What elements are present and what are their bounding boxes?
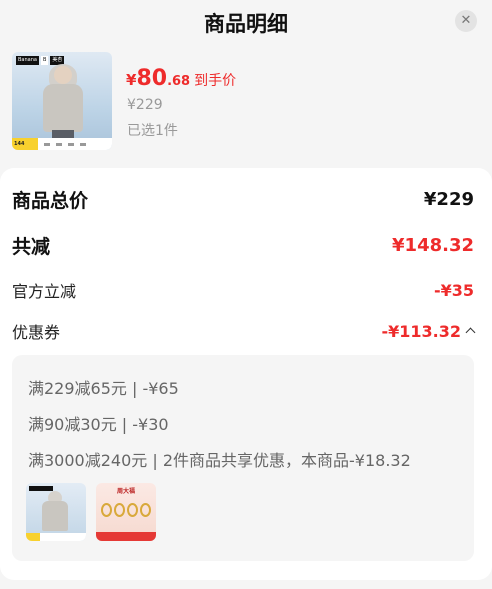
chevron-up-icon[interactable] — [465, 327, 476, 337]
reduction-value: ¥148.32 — [392, 235, 474, 256]
price-integer: 80 — [136, 66, 168, 91]
coupon-detail-box: 满229减65元 | -¥65 满90减30元 | -¥30 满3000减240… — [12, 355, 474, 561]
coupon-product-thumb-hoodie[interactable] — [26, 483, 86, 541]
price-tag: 到手价 — [194, 73, 237, 89]
official-label: 官方立减 — [12, 282, 77, 301]
reduction-row: 共减 ¥148.32 — [12, 232, 474, 259]
original-price: ¥229 — [127, 97, 163, 113]
brand-tag-2: B — [40, 56, 49, 65]
total-value: ¥229 — [423, 189, 474, 210]
reduction-label: 共减 — [12, 236, 51, 258]
coupon-line-2: 满90减30元 | -¥30 — [28, 415, 169, 434]
coupon-line-1: 满229减65元 | -¥65 — [28, 379, 179, 398]
official-row: 官方立减 -¥35 — [12, 278, 474, 302]
image-strip-text: 144 — [12, 138, 38, 150]
coupon-label: 优惠券 — [12, 323, 61, 342]
thumb2-header: 周大福 — [116, 488, 135, 495]
final-price: ¥80.68 到手价 — [126, 66, 236, 91]
coupon-value: -¥113.32 — [381, 321, 461, 341]
coupon-product-thumb-earrings[interactable]: 周大福 — [96, 483, 156, 541]
brand-tag: Banana B 美杏 — [16, 56, 65, 65]
price-currency: ¥ — [126, 71, 137, 89]
total-label: 商品总价 — [12, 190, 89, 212]
official-value: -¥35 — [433, 280, 474, 300]
coupon-row[interactable]: 优惠券 -¥113.32 — [12, 319, 476, 343]
coupon-line-3: 满3000减240元 | 2件商品共享优惠，本商品-¥18.32 — [28, 451, 411, 470]
page-title: 商品明细 — [204, 12, 288, 36]
selected-quantity: 已选1件 — [127, 123, 178, 139]
coupon-toggle[interactable]: -¥113.32 — [381, 321, 476, 341]
close-icon[interactable]: ✕ — [455, 10, 477, 32]
hoodie-figure — [40, 64, 86, 144]
price-detail-card: 商品总价 ¥229 共减 ¥148.32 官方立减 -¥35 优惠券 -¥113… — [0, 168, 492, 580]
total-row: 商品总价 ¥229 — [12, 186, 474, 213]
image-strip: 144 — [12, 138, 112, 150]
price-decimal: .68 — [167, 74, 191, 89]
brand-tag-1: Banana — [16, 56, 39, 65]
product-image[interactable]: Banana B 美杏 144 — [12, 52, 112, 150]
